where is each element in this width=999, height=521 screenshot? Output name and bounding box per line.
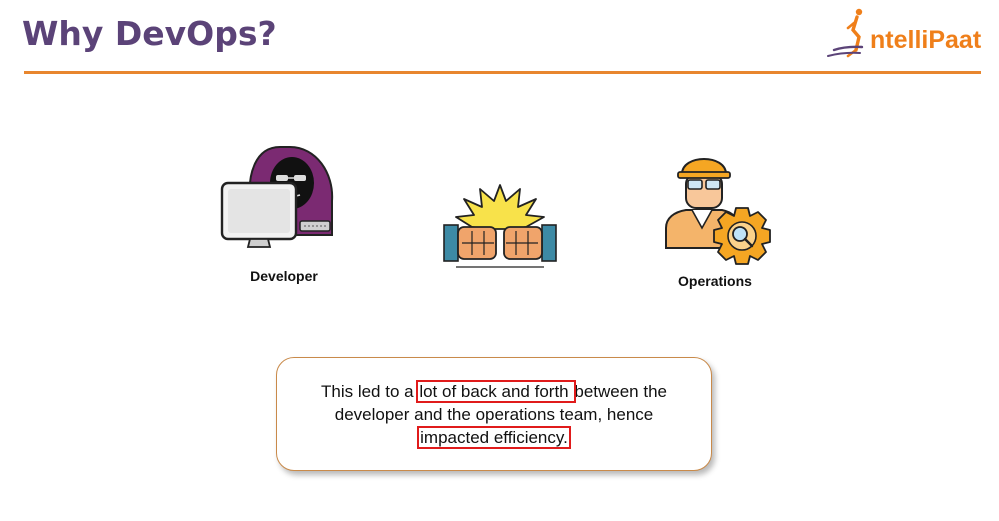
callout-line-3: impacted efficiency. bbox=[277, 426, 711, 449]
page-title: Why DevOps? bbox=[22, 14, 277, 53]
callout-text: This led to a lot of back and forth betw… bbox=[277, 380, 711, 449]
hooded-developer-at-computer-icon bbox=[220, 146, 334, 248]
highlight-back-and-forth: lot of back and forth bbox=[416, 380, 577, 403]
logo-wordmark: ntelliPaat bbox=[870, 26, 982, 54]
highlight-impacted-efficiency: impacted efficiency. bbox=[417, 426, 571, 449]
developer-label: Developer bbox=[250, 268, 318, 284]
engineer-with-gear-icon bbox=[665, 158, 771, 265]
callout-line-1-after: between the bbox=[574, 382, 667, 401]
running-person-logo-icon bbox=[827, 8, 864, 58]
slide: Why DevOps? ntelliPaat Developer Operati… bbox=[0, 0, 999, 521]
callout-box: This led to a lot of back and forth betw… bbox=[276, 357, 712, 471]
clashing-fists-icon bbox=[443, 184, 557, 268]
callout-line-1: This led to a lot of back and forth betw… bbox=[277, 380, 711, 403]
callout-line-2: developer and the operations team, hence bbox=[334, 405, 654, 424]
title-divider bbox=[24, 71, 981, 74]
operations-label: Operations bbox=[678, 273, 752, 289]
callout-line-1-before: This led to a bbox=[320, 382, 419, 401]
intellipaat-logo: ntelliPaat bbox=[826, 6, 986, 62]
